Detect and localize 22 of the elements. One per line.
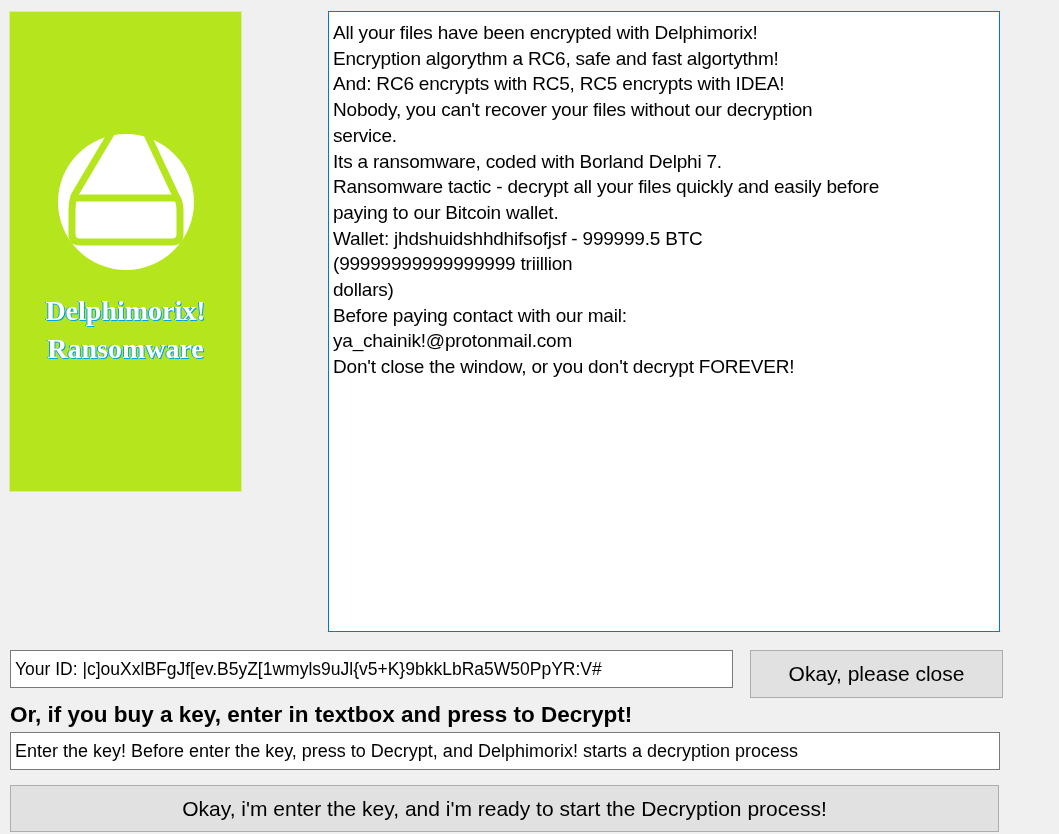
message-line: Don't close the window, or you don't decrypt FOREVER! bbox=[333, 355, 796, 380]
message-line: (99999999999999999 triillion bbox=[333, 252, 574, 277]
decrypt-button[interactable]: Okay, i'm enter the key, and i'm ready to start the Decryption process! bbox=[10, 785, 999, 832]
key-field[interactable]: Enter the key! Before enter the key, press to Decrypt, and Delphimorix! starts a decryption process bbox=[10, 732, 1000, 770]
message-line: All your files have been encrypted with Delphimorix! bbox=[333, 21, 759, 45]
message-line: paying to our Bitcoin wallet. bbox=[333, 200, 560, 225]
message-line: Its a ransomware, coded with Borland Delphi 7. bbox=[333, 149, 723, 174]
id-field[interactable]: Your ID: |c]ouXxlBFgJf[ev.B5yZ[1wmyls9uJl{v5+K}9bkkLbRa5W50PpYR:V# bbox=[10, 650, 733, 688]
message-line: ya_chainik!@protonmail.com bbox=[333, 329, 574, 354]
message-line: And: RC6 encrypts with RC5, RC5 encrypts with IDEA! bbox=[333, 72, 786, 97]
message-line: Wallet: jhdshuidshhdhifsofjsf - 999999.5 BTC bbox=[333, 226, 704, 251]
message-line: Ransomware tactic - decrypt all your files quickly and easily before bbox=[333, 175, 881, 200]
key-heading: Or, if you buy a key, enter in textbox and press to Decrypt! bbox=[10, 701, 634, 729]
message-line: dollars) bbox=[333, 278, 395, 303]
message-line: Before paying contact with our mail: bbox=[333, 303, 628, 328]
close-button[interactable]: Okay, please close bbox=[750, 650, 1003, 698]
message-box[interactable] bbox=[328, 11, 1000, 632]
banner-title: Ransomware bbox=[47, 332, 204, 366]
message-line: Nobody, you can't recover your files without our decryption bbox=[333, 98, 814, 123]
message-line: service. bbox=[333, 123, 398, 148]
banner-title: Delphimorix! bbox=[45, 294, 206, 328]
message-line: Encryption algorythm a RC6, safe and fast algortythm! bbox=[333, 46, 780, 71]
